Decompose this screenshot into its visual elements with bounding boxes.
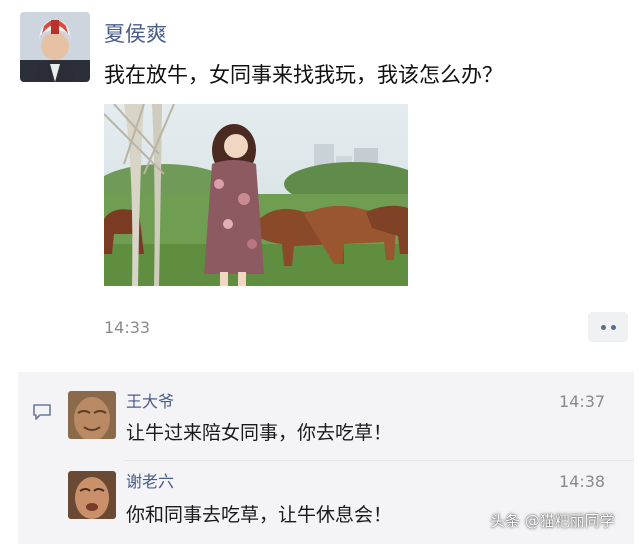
comment-divider — [124, 460, 634, 461]
comment-text: 你和同事去吃草，让牛休息会！ — [126, 504, 393, 526]
avatar-image — [68, 471, 116, 519]
post-timestamp: 14:33 — [104, 318, 151, 337]
more-dots-icon — [600, 324, 606, 330]
comment-text: 让牛过来陪女同事，你去吃草！ — [126, 422, 393, 444]
post-photo[interactable] — [104, 104, 408, 286]
more-dots-icon — [610, 324, 616, 330]
comment-author[interactable]: 谢老六 — [126, 472, 174, 492]
comment-icon — [33, 404, 51, 420]
more-actions-button[interactable] — [588, 312, 628, 342]
comment-timestamp: 14:38 — [559, 472, 606, 491]
photo-image — [104, 104, 408, 286]
comment-author[interactable]: 王大爷 — [126, 392, 174, 412]
commenter-avatar[interactable] — [68, 391, 116, 439]
author-name[interactable]: 夏侯爽 — [104, 20, 167, 48]
avatar-image — [20, 12, 90, 82]
watermark: 头条 @猫粑丽同学 — [490, 512, 615, 530]
post-text: 我在放牛，女同事来找我玩，我该怎么办？ — [104, 63, 503, 87]
author-avatar[interactable] — [20, 12, 90, 82]
comment-timestamp: 14:37 — [559, 392, 606, 411]
commenter-avatar[interactable] — [68, 471, 116, 519]
avatar-image — [68, 391, 116, 439]
